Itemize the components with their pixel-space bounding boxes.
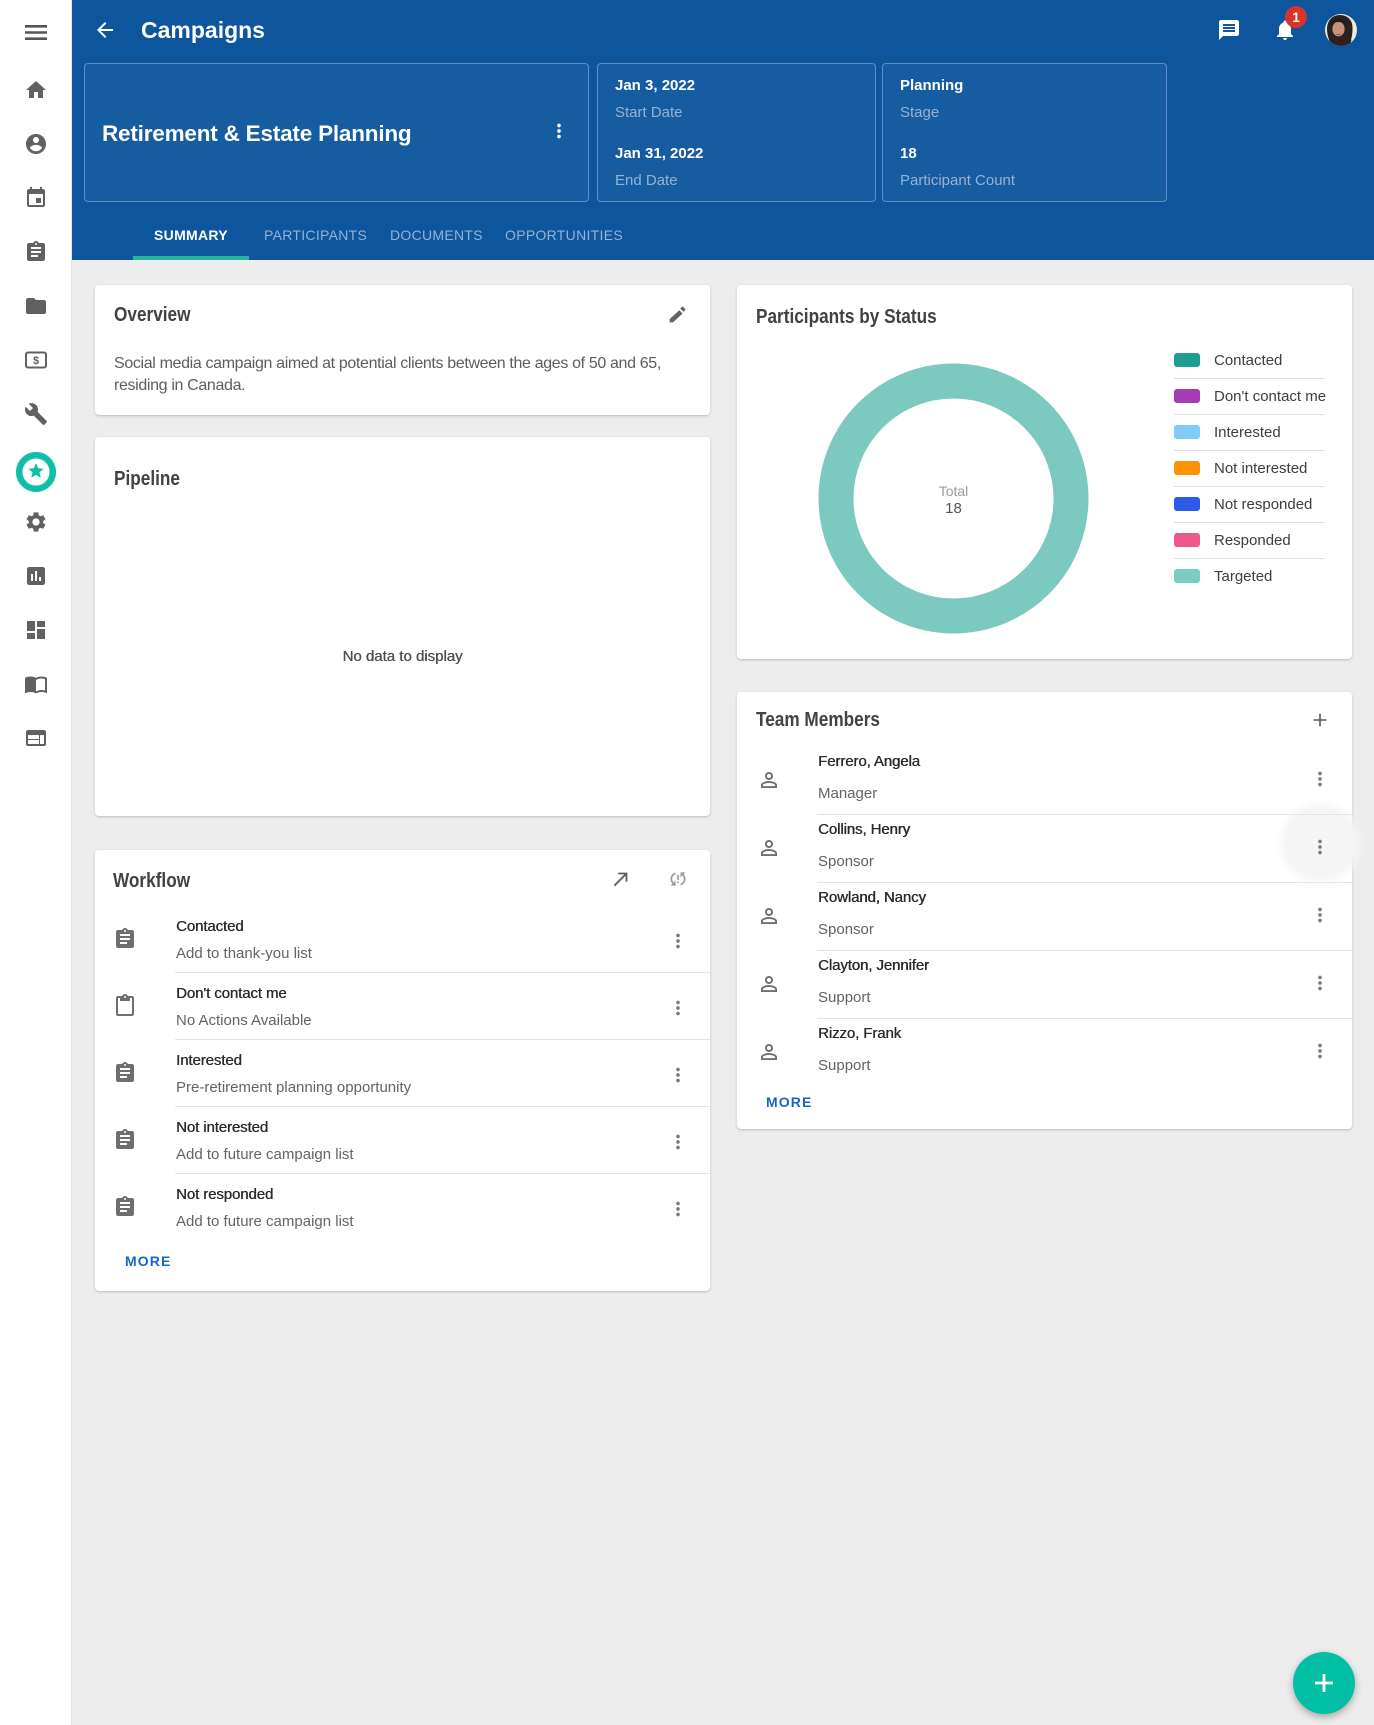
svg-text:$: $: [33, 355, 39, 367]
